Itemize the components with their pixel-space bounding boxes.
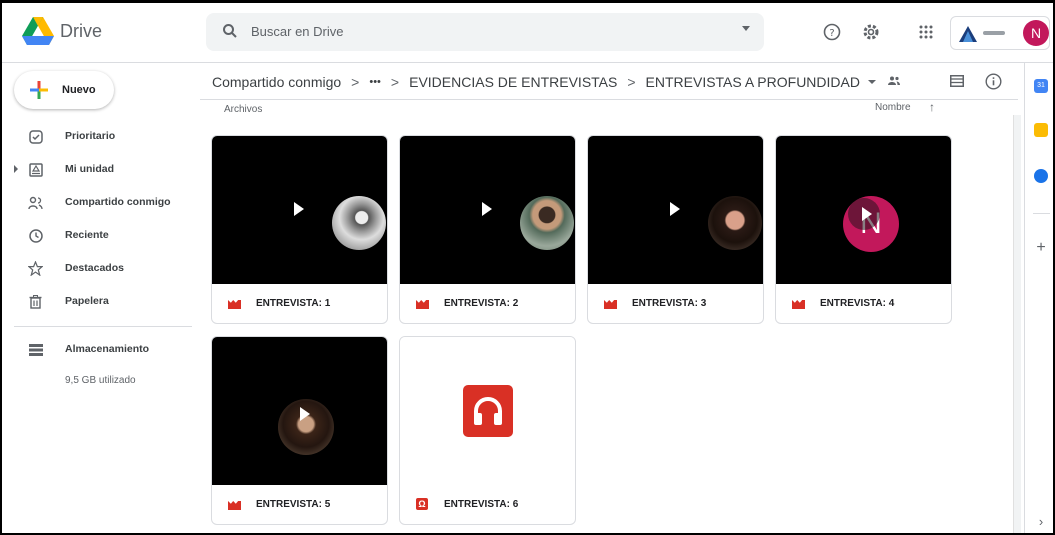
breadcrumb-current-folder[interactable]: ENTREVISTAS A PROFUNDIDAD xyxy=(646,74,860,90)
sidebar-item-almacenamiento[interactable]: Almacenamiento xyxy=(2,337,192,363)
list-view-icon[interactable] xyxy=(948,72,966,90)
breadcrumb-separator-icon: > xyxy=(627,74,636,90)
files-section-heading: Archivos xyxy=(224,104,263,115)
trash-icon xyxy=(28,294,43,309)
play-icon xyxy=(670,202,680,216)
shared-people-icon xyxy=(28,195,43,210)
my-drive-icon xyxy=(28,162,43,177)
breadcrumb-item-shared[interactable]: Compartido conmigo xyxy=(212,74,341,90)
participant-photo xyxy=(708,196,762,250)
sidebar-item-label: Destacados xyxy=(65,262,124,274)
video-file-icon xyxy=(228,501,241,510)
sidebar-divider xyxy=(14,326,192,327)
breadcrumb-item-evidencias[interactable]: EVIDENCIAS DE ENTREVISTAS xyxy=(409,74,617,90)
app-name[interactable]: Drive xyxy=(60,21,102,42)
clock-icon xyxy=(28,228,43,243)
search-icon[interactable] xyxy=(222,23,238,39)
play-icon xyxy=(862,207,872,221)
video-thumbnail: N xyxy=(776,136,951,284)
file-name: ENTREVISTA: 1 xyxy=(256,298,331,309)
sidebar-item-label: Mi unidad xyxy=(65,163,114,175)
search-options-dropdown-icon[interactable] xyxy=(742,26,750,31)
file-card[interactable]: ENTREVISTA: 5 xyxy=(211,336,388,525)
organization-name xyxy=(983,31,1005,35)
video-file-icon xyxy=(416,300,429,309)
video-file-icon xyxy=(604,300,617,309)
storage-used-text: 9,5 GB utilizado xyxy=(65,375,136,386)
plus-icon xyxy=(30,81,48,99)
breadcrumb-more-button[interactable]: ••• xyxy=(369,76,381,88)
participant-photo xyxy=(332,196,386,250)
expand-panel-chevron-icon[interactable]: › xyxy=(1034,515,1048,529)
side-panel: 31 + › xyxy=(1024,63,1053,533)
participant-photo xyxy=(520,196,574,250)
sort-direction-arrow-icon[interactable]: ↑ xyxy=(929,100,935,114)
apps-grid-icon[interactable] xyxy=(915,21,937,43)
storage-label: Almacenamiento xyxy=(65,343,150,355)
file-name: ENTREVISTA: 2 xyxy=(444,298,519,309)
main-scrollbar[interactable] xyxy=(1013,115,1021,533)
file-card[interactable]: Ω ENTREVISTA: 6 xyxy=(399,336,576,525)
sidebar-item-destacados[interactable]: Destacados xyxy=(2,256,192,282)
expand-caret-icon[interactable] xyxy=(14,165,18,173)
side-panel-divider xyxy=(1033,213,1050,214)
tasks-icon[interactable] xyxy=(1034,169,1048,183)
sidebar-item-prioritario[interactable]: Prioritario xyxy=(2,124,192,150)
audio-headphones-icon xyxy=(463,385,513,437)
check-circle-icon xyxy=(28,129,43,144)
help-icon[interactable]: ? xyxy=(821,21,843,43)
file-card[interactable]: ENTREVISTA: 1 xyxy=(211,135,388,324)
search-bar[interactable]: Buscar en Drive xyxy=(206,13,764,51)
file-name: ENTREVISTA: 5 xyxy=(256,499,331,510)
sidebar-item-papelera[interactable]: Papelera xyxy=(2,289,192,315)
search-input[interactable]: Buscar en Drive xyxy=(251,24,343,39)
file-card[interactable]: ENTREVISTA: 3 xyxy=(587,135,764,324)
account-avatar[interactable]: N xyxy=(1023,20,1049,46)
sidebar-item-compartido-conmigo[interactable]: Compartido conmigo xyxy=(2,190,192,216)
video-file-icon xyxy=(228,300,241,309)
sidebar-item-reciente[interactable]: Reciente xyxy=(2,223,192,249)
sidebar-item-label: Papelera xyxy=(65,295,109,307)
calendar-icon[interactable]: 31 xyxy=(1034,79,1048,93)
organization-logo xyxy=(959,26,977,42)
breadcrumb-separator-icon: > xyxy=(351,74,360,90)
svg-text:?: ? xyxy=(829,28,834,39)
sidebar-item-label: Compartido conmigo xyxy=(65,196,171,208)
new-button-label: Nuevo xyxy=(62,84,96,96)
shared-folder-icon xyxy=(887,76,900,88)
video-thumbnail xyxy=(400,136,575,284)
play-icon xyxy=(294,202,304,216)
file-name: ENTREVISTA: 3 xyxy=(632,298,707,309)
toolbar-divider xyxy=(200,99,1018,100)
audio-file-icon: Ω xyxy=(416,498,428,510)
file-name: ENTREVISTA: 6 xyxy=(444,499,519,510)
play-icon xyxy=(482,202,492,216)
settings-gear-icon[interactable] xyxy=(860,21,882,43)
add-addon-plus-icon[interactable]: + xyxy=(1034,240,1048,256)
drive-window: Drive Buscar en Drive ? N Nuevo Priorita… xyxy=(0,0,1055,535)
sort-by-button[interactable]: Nombre xyxy=(875,102,911,113)
video-thumbnail xyxy=(588,136,763,284)
top-bar: Drive Buscar en Drive ? N xyxy=(2,3,1053,63)
folder-menu-dropdown-icon[interactable] xyxy=(867,80,876,84)
video-thumbnail xyxy=(212,136,387,284)
keep-icon[interactable] xyxy=(1034,123,1048,137)
breadcrumb-separator-icon: > xyxy=(390,74,400,90)
sidebar-item-label: Prioritario xyxy=(65,130,116,142)
new-button[interactable]: Nuevo xyxy=(14,71,114,109)
file-card[interactable]: N ENTREVISTA: 4 xyxy=(775,135,952,324)
play-icon xyxy=(300,407,310,421)
sidebar-item-label: Reciente xyxy=(65,229,109,241)
drive-logo-icon[interactable] xyxy=(22,17,54,45)
sidebar-item-mi-unidad[interactable]: Mi unidad xyxy=(2,157,192,183)
audio-thumbnail xyxy=(400,337,575,485)
video-file-icon xyxy=(792,300,805,309)
star-icon xyxy=(28,261,43,276)
info-icon[interactable] xyxy=(984,72,1002,90)
video-thumbnail xyxy=(212,337,387,485)
file-card[interactable]: ENTREVISTA: 2 xyxy=(399,135,576,324)
breadcrumb: Compartido conmigo > ••• > EVIDENCIAS DE… xyxy=(212,71,900,93)
file-name: ENTREVISTA: 4 xyxy=(820,298,895,309)
storage-icon xyxy=(28,342,43,357)
